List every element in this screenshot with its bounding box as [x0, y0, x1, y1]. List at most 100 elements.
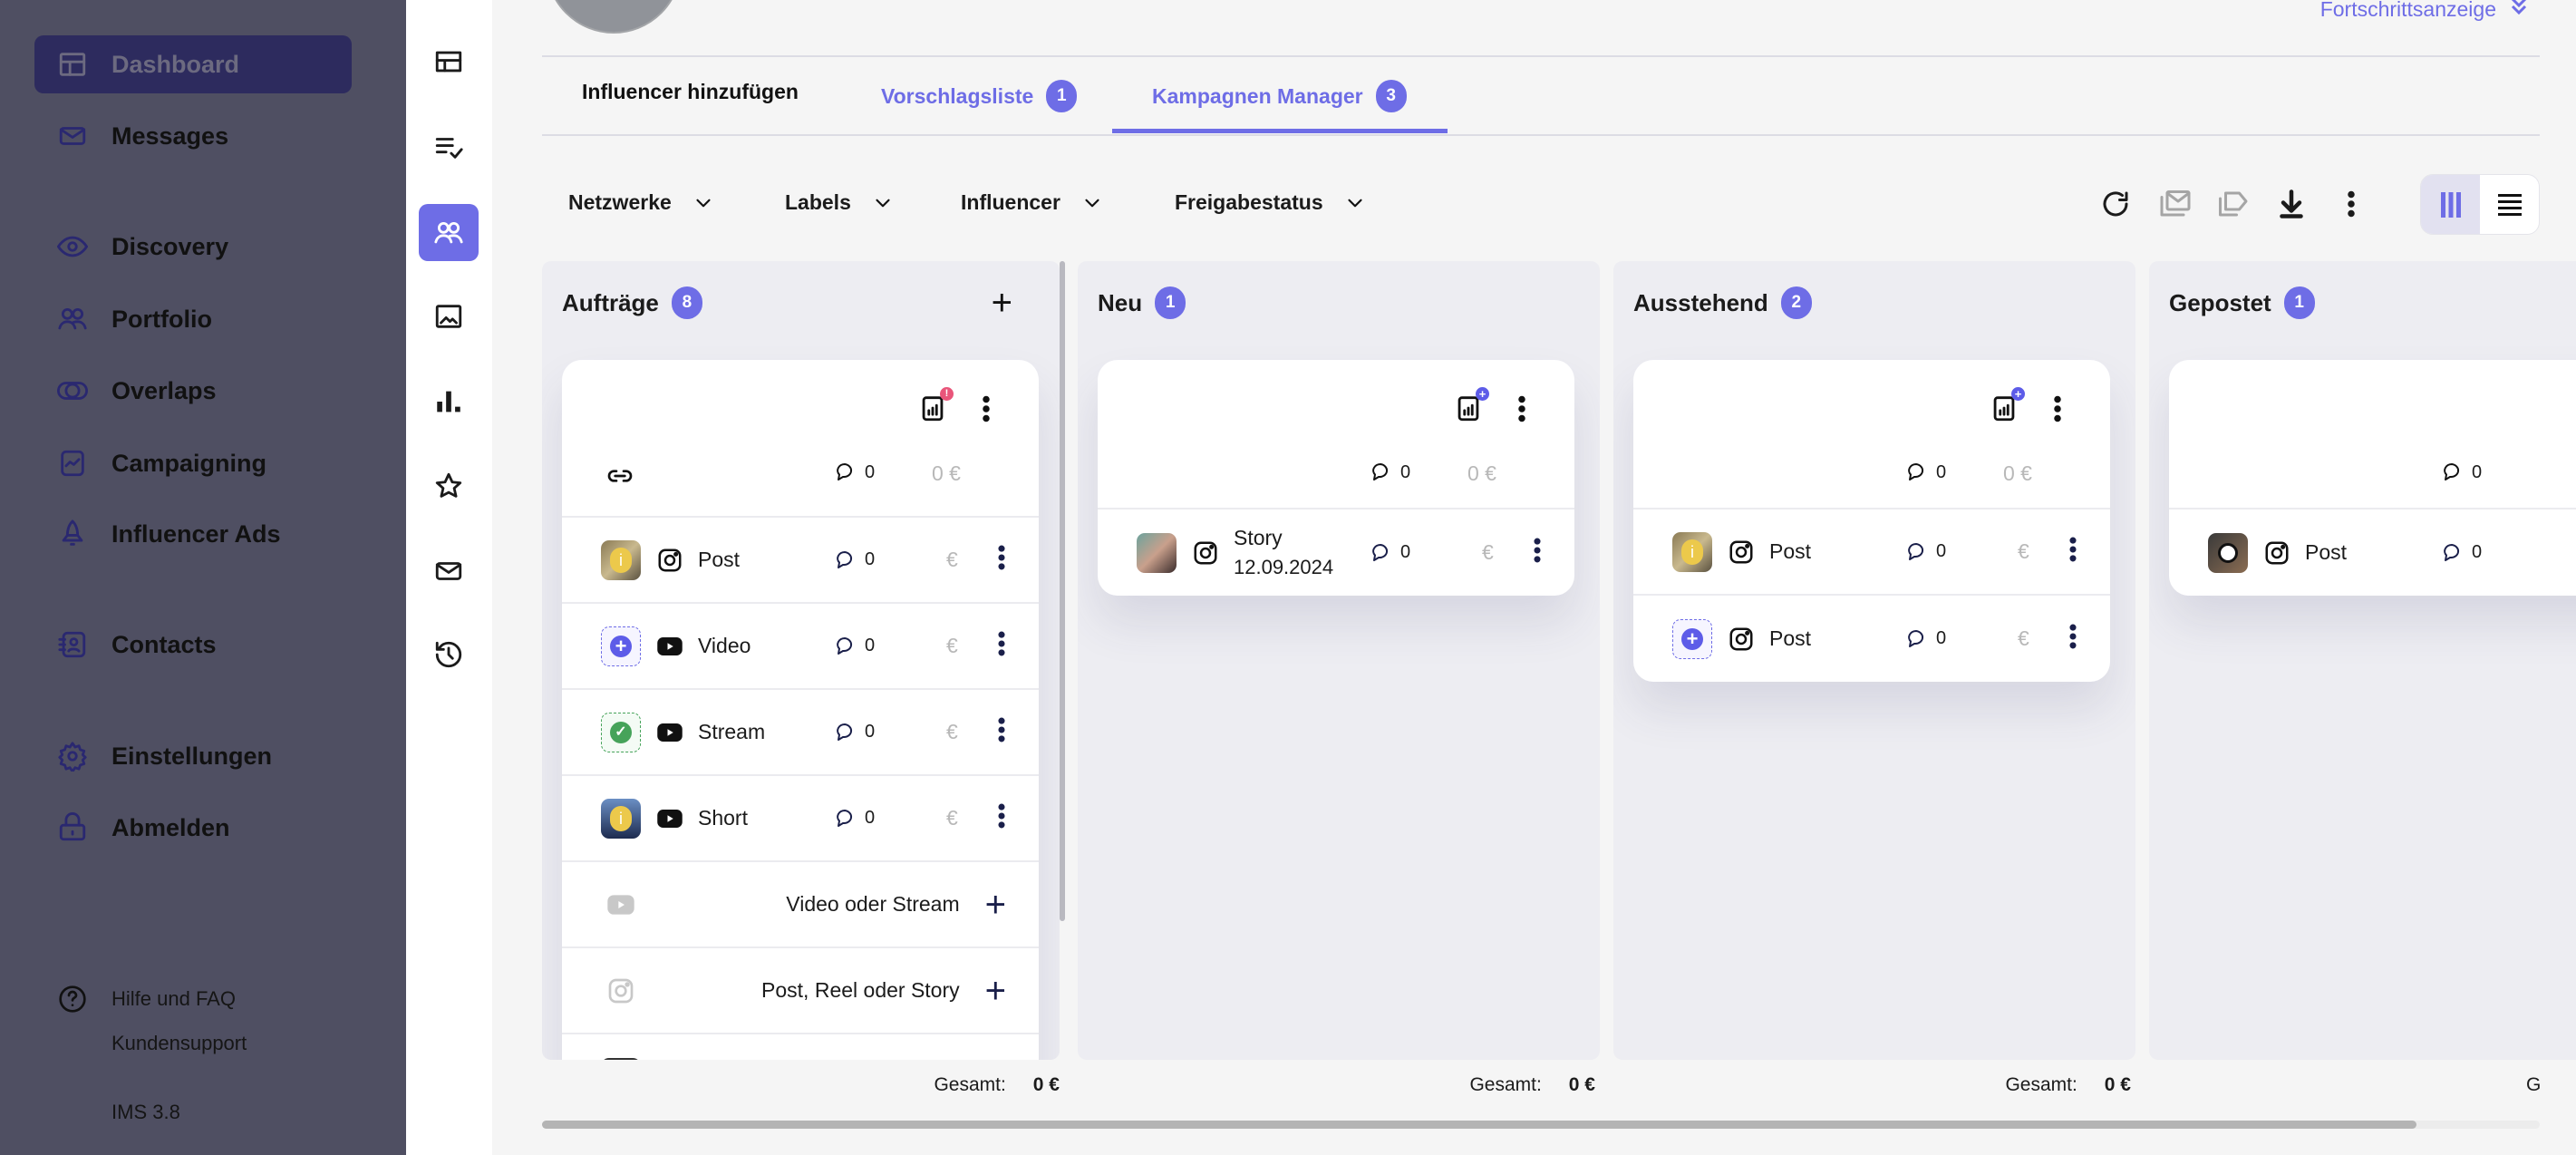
more-button[interactable] [2333, 186, 2369, 222]
card-menu-button[interactable] [2041, 393, 2074, 430]
influencer-card[interactable]: + 0 0 € Story 12.09.2024 0 € [1098, 360, 1574, 596]
add-content-row[interactable]: Post, Reel oder Story + [562, 948, 1039, 1034]
bulk-mail-button[interactable] [2157, 186, 2193, 222]
row-menu-button[interactable] [986, 801, 1017, 836]
iconbar-item-image[interactable] [419, 287, 479, 345]
users-icon [433, 218, 464, 248]
row-comments[interactable]: 0 [834, 549, 875, 571]
comment-count: 0 [2472, 542, 2483, 562]
checklist-icon [433, 131, 464, 162]
content-type: Stream [698, 720, 766, 743]
report-button[interactable]: + [1453, 387, 1489, 428]
row-menu-button[interactable] [986, 714, 1017, 750]
content-row[interactable]: i Short 0 € [562, 776, 1039, 862]
row-comments[interactable]: 0 [2441, 542, 2482, 564]
comment-count: 0 [1936, 541, 1947, 561]
influencer-card[interactable]: ! 0 0 € i Post 0 € + Video 0 € ✓ Stream … [562, 360, 1039, 1060]
column-title: Ausstehend [1633, 288, 1768, 316]
report-button[interactable]: ! [917, 387, 954, 428]
sidebar-item-dashboard[interactable]: Dashboard [34, 35, 352, 93]
content-type: Short [698, 806, 748, 830]
iconbar-item-mail[interactable] [419, 542, 479, 599]
card-comments[interactable]: 0 [1370, 461, 1410, 483]
sidebar-item-overlaps[interactable]: Overlaps [34, 362, 352, 420]
row-menu-button[interactable] [986, 628, 1017, 664]
icon-bar [406, 0, 492, 1155]
list-icon [2497, 193, 2522, 216]
report-button[interactable]: + [1989, 387, 2025, 428]
iconbar-item-bar-chart[interactable] [419, 373, 479, 430]
filter-freigabestatus[interactable]: Freigabestatus [1175, 190, 1367, 215]
row-comments[interactable]: 0 [834, 722, 875, 743]
row-menu-button[interactable] [986, 542, 1017, 578]
card-comments[interactable]: 0 [834, 461, 875, 483]
content-label: Post [698, 548, 740, 572]
tab-kampagnen-manager[interactable]: Kampagnen Manager 3 [1152, 80, 1407, 112]
content-row[interactable]: i Post 0 € [1633, 510, 2110, 596]
iconbar-item-star[interactable] [419, 457, 479, 514]
content-row[interactable]: ✓ Stream 0 € [562, 690, 1039, 776]
sidebar-item-contacts[interactable]: Contacts [34, 616, 352, 674]
content-row[interactable]: + Video 0 € [562, 604, 1039, 690]
sidebar-item-abmelden[interactable]: Abmelden [34, 799, 352, 857]
refresh-button[interactable] [2097, 186, 2134, 222]
sidebar-item-influencer-ads[interactable]: Influencer Ads [34, 505, 352, 563]
link-button[interactable] [605, 461, 634, 490]
row-menu-button[interactable] [2058, 534, 2088, 569]
card-menu-button[interactable] [1506, 393, 1538, 430]
influencer-card[interactable]: + 0 0 € i Post 0 € + Post 0 € [1633, 360, 2110, 682]
plus-icon[interactable]: + [985, 887, 1006, 923]
content-row[interactable]: Post [562, 1034, 1039, 1060]
filter-influencer[interactable]: Influencer [961, 190, 1104, 215]
tab-influencer-hinzufügen[interactable]: Influencer hinzufügen [582, 80, 799, 104]
content-row[interactable]: Post 0 [2169, 510, 2576, 596]
sidebar-item-einstellungen[interactable]: Einstellungen [34, 727, 352, 785]
sidebar-item-discovery[interactable]: Discovery [34, 218, 352, 276]
content-type: Post [2305, 540, 2348, 564]
view-toggle[interactable] [2420, 174, 2540, 235]
bulk-label-button[interactable] [2214, 186, 2251, 222]
refresh-icon [2099, 188, 2132, 220]
sidebar-item-messages[interactable]: Messages [34, 107, 352, 165]
filter-netzwerke[interactable]: Netzwerke [568, 190, 715, 215]
row-amount: € [946, 806, 958, 830]
iconbar-item-history[interactable] [419, 626, 479, 683]
card-menu-button[interactable] [970, 393, 1002, 430]
youtube-icon [656, 805, 683, 832]
row-comments[interactable]: 0 [834, 636, 875, 657]
progress-toggle[interactable]: Fortschrittsanzeige [2320, 0, 2529, 22]
add-content-row[interactable]: Video oder Stream + [562, 862, 1039, 948]
campaign-avatar [546, 0, 682, 34]
influencer-card[interactable]: 0 Post 0 [2169, 360, 2576, 596]
card-amount: 0 € [1467, 461, 1496, 485]
card-comments[interactable]: 0 [1905, 461, 1946, 483]
column-scrollbar[interactable] [1060, 261, 1065, 921]
content-row[interactable]: + Post 0 € [1633, 596, 2110, 682]
iconbar-item-users[interactable] [419, 204, 479, 261]
row-menu-button[interactable] [2058, 621, 2088, 656]
filter-labels[interactable]: Labels [785, 190, 895, 215]
download-button[interactable] [2273, 186, 2310, 222]
kanban-view-button[interactable] [2421, 175, 2480, 234]
content-row[interactable]: i Post 0 € [562, 518, 1039, 604]
tab-vorschlagsliste[interactable]: Vorschlagsliste 1 [881, 80, 1078, 112]
board-horizontal-scrollbar[interactable] [542, 1121, 2540, 1129]
help-icon [58, 985, 87, 1014]
row-comments[interactable]: 0 [1905, 628, 1946, 650]
iconbar-item-layout[interactable] [419, 33, 479, 90]
support-link[interactable]: Kundensupport [34, 1014, 352, 1072]
iconbar-item-checklist[interactable] [419, 118, 479, 175]
card-comments[interactable]: 0 [2441, 461, 2482, 483]
add-button[interactable]: + [992, 285, 1012, 321]
row-comments[interactable]: 0 [834, 808, 875, 830]
comment-icon [1905, 461, 1927, 483]
row-comments[interactable]: 0 [1905, 541, 1946, 563]
sidebar-item-campaigning[interactable]: Campaigning [34, 434, 352, 492]
row-menu-button[interactable] [1522, 535, 1553, 570]
plus-icon[interactable]: + [985, 973, 1006, 1009]
content-row[interactable]: Story 12.09.2024 0 € [1098, 510, 1574, 596]
row-comments[interactable]: 0 [1370, 542, 1410, 564]
sidebar-item-portfolio[interactable]: Portfolio [34, 290, 352, 348]
list-view-button[interactable] [2480, 175, 2539, 234]
scrollbar-thumb[interactable] [542, 1121, 2416, 1129]
